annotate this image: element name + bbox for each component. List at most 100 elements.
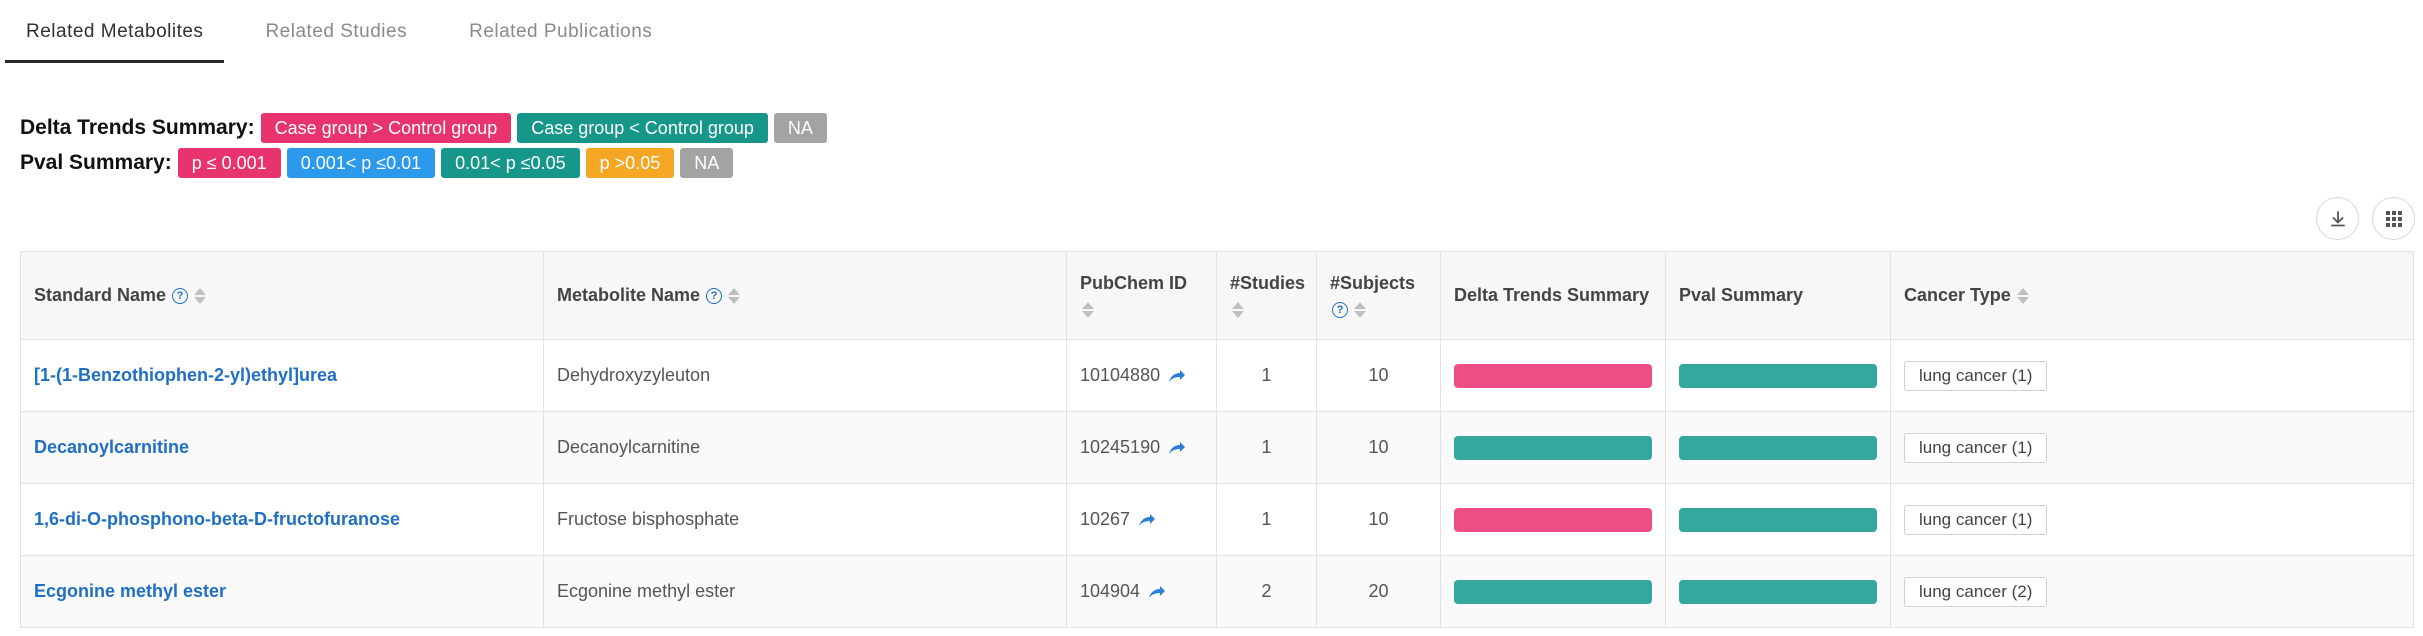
header-metabolite-name-label: Metabolite Name (557, 285, 701, 305)
pval-cell (1666, 484, 1891, 555)
tab-related-publications[interactable]: Related Publications (448, 0, 673, 63)
help-icon[interactable]: ? (172, 287, 189, 304)
pubchem-id-cell: 10104880 (1067, 340, 1217, 411)
sort-icon[interactable] (2016, 287, 2029, 304)
delta-chip-case-less: Case group < Control group (517, 113, 768, 143)
tab-bar: Related Metabolites Related Studies Rela… (5, 0, 693, 63)
pubchem-id: 104904 (1080, 581, 1141, 601)
header-studies[interactable]: #Studies (1217, 252, 1317, 339)
header-cancer-type[interactable]: Cancer Type (1891, 252, 2414, 339)
delta-trend-bar (1454, 363, 1652, 388)
cancer-type-tag: lung cancer (1) (1904, 504, 2048, 535)
sort-icon[interactable] (194, 287, 207, 304)
standard-name-cell: [1-(1-Benzothiophen-2-yl)ethyl]urea (21, 340, 544, 411)
pval-label: Pval Summary: (20, 151, 172, 174)
standard-name-link[interactable]: [1-(1-Benzothiophen-2-yl)ethyl]urea (34, 365, 337, 386)
download-icon (2330, 210, 2345, 226)
subjects-cell: 10 (1317, 340, 1441, 411)
header-subjects-label: #Subjects (1330, 273, 1416, 293)
delta-trends-legend: Delta Trends Summary: Case group > Contr… (20, 113, 833, 143)
pval-chip-05: 0.01< p ≤0.05 (441, 148, 580, 178)
pval-legend: Pval Summary: p ≤ 0.001 0.001< p ≤0.01 0… (20, 148, 739, 178)
sort-icon[interactable] (728, 287, 741, 304)
pval-cell (1666, 340, 1891, 411)
cancer-type-cell: lung cancer (1) (1891, 340, 2414, 411)
subjects-cell: 10 (1317, 484, 1441, 555)
pubchem-id-cell: 104904 (1067, 556, 1217, 627)
pubchem-id: 10245190 (1080, 437, 1161, 457)
table-row: Ecgonine methyl ester Ecgonine methyl es… (21, 556, 2414, 628)
standard-name-link[interactable]: Decanoylcarnitine (34, 437, 189, 458)
pval-chip-gt05: p >0.05 (585, 148, 675, 178)
subjects-count: 10 (1368, 437, 1389, 457)
table-row: Decanoylcarnitine Decanoylcarnitine 1024… (21, 412, 2414, 484)
header-pubchem-id[interactable]: PubChem ID (1067, 252, 1217, 339)
pval-cell (1666, 556, 1891, 627)
metabolite-name: Fructose bisphosphate (557, 509, 740, 529)
header-studies-label: #Studies (1230, 273, 1306, 293)
download-button[interactable] (2316, 197, 2359, 240)
pval-cell (1666, 412, 1891, 483)
cancer-type-cell: lung cancer (2) (1891, 556, 2414, 627)
cancer-type-tag: lung cancer (2) (1904, 576, 2048, 607)
metabolite-name: Ecgonine methyl ester (557, 581, 736, 601)
tab-related-metabolites[interactable]: Related Metabolites (5, 0, 225, 63)
metabolite-name-cell: Fructose bisphosphate (544, 484, 1067, 555)
studies-count: 1 (1261, 437, 1272, 457)
metabolite-name-cell: Decanoylcarnitine (544, 412, 1067, 483)
delta-chip-case-greater: Case group > Control group (260, 113, 512, 143)
studies-cell: 2 (1217, 556, 1317, 627)
pval-bar (1679, 507, 1877, 532)
column-settings-button[interactable] (2372, 197, 2415, 240)
external-link-icon[interactable] (1168, 441, 1186, 455)
header-subjects[interactable]: #Subjects ? (1317, 252, 1441, 339)
standard-name-link[interactable]: 1,6-di-O-phosphono-beta-D-fructofuranose (34, 509, 400, 530)
pubchem-id: 10104880 (1080, 365, 1161, 385)
tab-related-studies[interactable]: Related Studies (244, 0, 428, 63)
pval-bar (1679, 435, 1877, 460)
delta-cell (1441, 484, 1666, 555)
standard-name-cell: Ecgonine methyl ester (21, 556, 544, 627)
sort-icon[interactable] (1232, 302, 1305, 318)
subjects-count: 10 (1368, 509, 1389, 529)
metabolite-name-cell: Ecgonine methyl ester (544, 556, 1067, 627)
metabolite-name-cell: Dehydroxyzyleuton (544, 340, 1067, 411)
external-link-icon[interactable] (1138, 513, 1156, 527)
sort-icon[interactable] (1354, 302, 1366, 318)
subjects-count: 10 (1368, 365, 1389, 385)
external-link-icon[interactable] (1168, 369, 1186, 383)
delta-chip-na: NA (773, 113, 827, 143)
external-link-icon[interactable] (1148, 585, 1166, 599)
help-icon[interactable]: ? (1332, 302, 1348, 318)
sort-icon[interactable] (1082, 302, 1187, 318)
header-standard-name-label: Standard Name (34, 285, 167, 305)
header-standard-name[interactable]: Standard Name ? (21, 252, 544, 339)
table-header-row: Standard Name ? Metabolite Name ? PubChe… (21, 252, 2414, 340)
subjects-cell: 10 (1317, 412, 1441, 483)
header-pval-label: Pval Summary (1679, 285, 1804, 305)
pval-chip-01: 0.001< p ≤0.01 (286, 148, 436, 178)
pubchem-id-cell: 10267 (1067, 484, 1217, 555)
header-pval: Pval Summary (1666, 252, 1891, 339)
delta-trend-bar (1454, 507, 1652, 532)
studies-count: 2 (1261, 581, 1272, 601)
grid-icon (2385, 210, 2402, 227)
standard-name-cell: 1,6-di-O-phosphono-beta-D-fructofuranose (21, 484, 544, 555)
pval-chip-na: NA (680, 148, 734, 178)
studies-count: 1 (1261, 365, 1272, 385)
delta-trend-bar (1454, 435, 1652, 460)
studies-cell: 1 (1217, 484, 1317, 555)
studies-count: 1 (1261, 509, 1272, 529)
pval-chip-001: p ≤ 0.001 (177, 148, 281, 178)
cancer-type-cell: lung cancer (1) (1891, 412, 2414, 483)
header-metabolite-name[interactable]: Metabolite Name ? (544, 252, 1067, 339)
cancer-type-tag: lung cancer (1) (1904, 360, 2048, 391)
delta-trends-label: Delta Trends Summary: (20, 116, 255, 139)
help-icon[interactable]: ? (706, 287, 723, 304)
standard-name-link[interactable]: Ecgonine methyl ester (34, 581, 226, 602)
header-cancer-type-label: Cancer Type (1904, 285, 2011, 305)
subjects-count: 20 (1368, 581, 1389, 601)
metabolite-name: Decanoylcarnitine (557, 437, 701, 457)
delta-cell (1441, 340, 1666, 411)
standard-name-cell: Decanoylcarnitine (21, 412, 544, 483)
